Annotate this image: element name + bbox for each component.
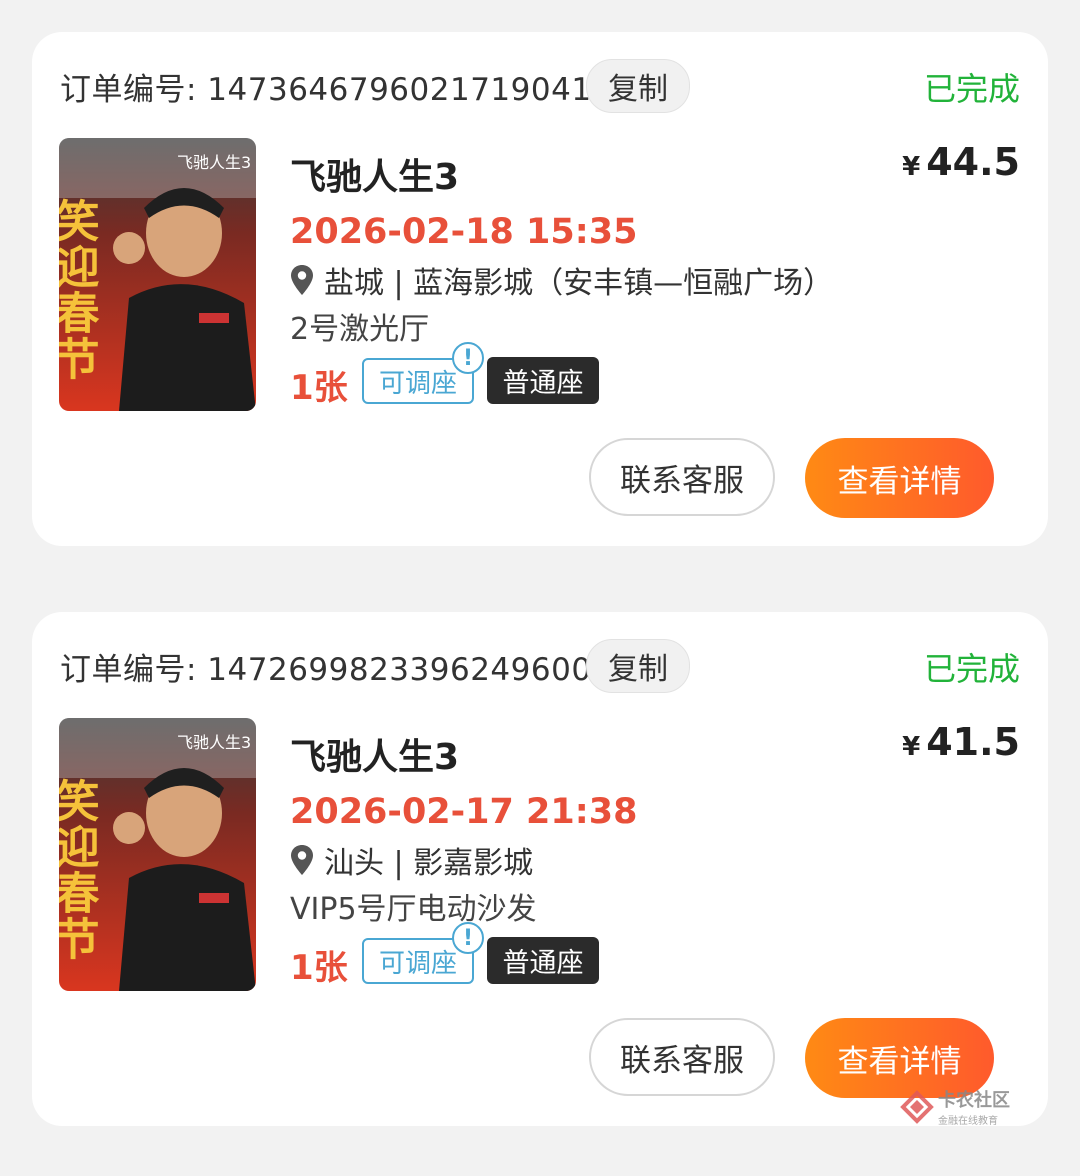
- contact-service-button[interactable]: 联系客服: [589, 438, 775, 516]
- order-card: 订单编号: 1472699823396249600 复制 已完成 笑迎春节 飞驰…: [32, 612, 1048, 1126]
- order-status: 已完成: [923, 70, 1020, 108]
- location-pin-icon: [291, 845, 313, 875]
- copy-button[interactable]: 复制: [586, 59, 690, 113]
- order-number: 订单编号: 1472699823396249600: [60, 652, 592, 688]
- contact-service-button[interactable]: 联系客服: [589, 1018, 775, 1096]
- price-amount: 44.5: [926, 140, 1020, 184]
- cinema-location: 汕头 | 影嘉影城: [290, 838, 533, 882]
- kanong-logo-icon: [900, 1089, 934, 1124]
- watermark-title: 卡农社区: [938, 1090, 1010, 1111]
- order-price: ¥41.5: [902, 720, 1020, 764]
- movie-poster[interactable]: 笑迎春节 飞驰人生3: [59, 718, 256, 991]
- order-card: 订单编号: 1473646796021719041 复制 已完成 笑迎春节 飞驰…: [32, 32, 1048, 546]
- view-details-button[interactable]: 查看详情: [805, 438, 994, 518]
- currency-symbol: ¥: [902, 152, 921, 182]
- cinema-name: 盐城 | 蓝海影城（安丰镇—恒融广场）: [324, 266, 834, 301]
- alert-icon[interactable]: !: [452, 342, 484, 374]
- order-number: 订单编号: 1473646796021719041: [60, 72, 592, 108]
- location-pin-icon: [291, 265, 313, 295]
- movie-title: 飞驰人生3: [290, 737, 460, 778]
- poster-logo: 飞驰人生3: [177, 733, 251, 752]
- show-time: 2026-02-17 21:38: [290, 792, 638, 832]
- poster-logo: 飞驰人生3: [177, 153, 251, 172]
- ticket-count: 1张: [290, 948, 348, 988]
- copy-button[interactable]: 复制: [586, 639, 690, 693]
- seat-type-badge: 普通座: [487, 937, 599, 984]
- poster-title: 笑迎春节: [59, 198, 100, 382]
- hall-name: 2号激光厅: [290, 312, 430, 347]
- poster-title: 笑迎春节: [59, 778, 100, 962]
- cinema-name: 汕头 | 影嘉影城: [324, 846, 534, 881]
- alert-icon[interactable]: !: [452, 922, 484, 954]
- ticket-count: 1张: [290, 368, 348, 408]
- cinema-location: 盐城 | 蓝海影城（安丰镇—恒融广场）: [290, 258, 833, 302]
- watermark-subtitle: 金融在线教育: [938, 1116, 998, 1127]
- show-time: 2026-02-18 15:35: [290, 212, 638, 252]
- movie-poster[interactable]: 笑迎春节 飞驰人生3: [59, 138, 256, 411]
- movie-title: 飞驰人生3: [290, 157, 460, 198]
- currency-symbol: ¥: [902, 732, 921, 762]
- order-price: ¥44.5: [902, 140, 1020, 184]
- hall-name: VIP5号厅电动沙发: [290, 892, 537, 927]
- watermark: 卡农社区 金融在线教育: [900, 1086, 1010, 1127]
- price-amount: 41.5: [926, 720, 1020, 764]
- order-status: 已完成: [923, 650, 1020, 688]
- seat-type-badge: 普通座: [487, 357, 599, 404]
